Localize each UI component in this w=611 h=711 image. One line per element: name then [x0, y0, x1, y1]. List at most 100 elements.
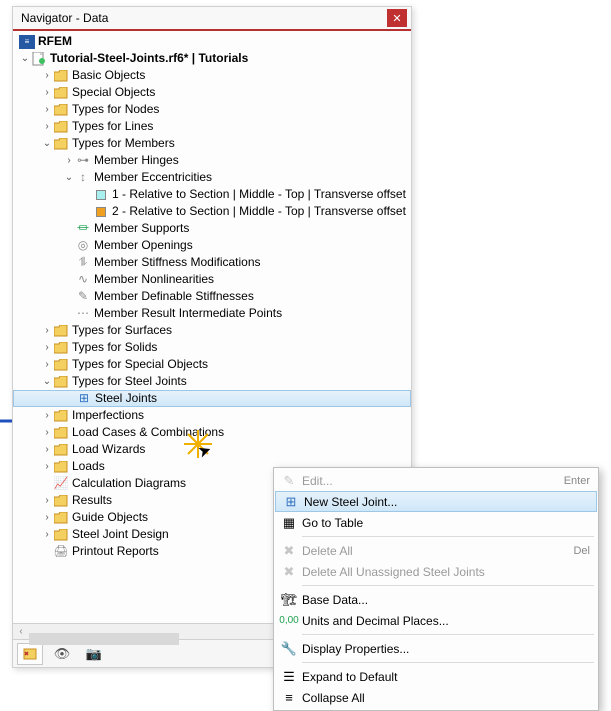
- folder-icon: [53, 136, 69, 152]
- view-mode-button[interactable]: [17, 643, 43, 665]
- tree-item-load-wizards[interactable]: Load Wizards: [13, 441, 411, 458]
- item-label: 1 - Relative to Section | Middle - Top |…: [112, 186, 406, 203]
- tree-item-types-members[interactable]: Types for Members: [13, 135, 411, 152]
- ctx-display-properties[interactable]: 🔧 Display Properties...: [274, 638, 598, 659]
- tree-item-member-hinges[interactable]: ⊶ Member Hinges: [13, 152, 411, 169]
- eccentricity-icon: ↕: [75, 170, 91, 186]
- opening-icon: ◎: [75, 238, 91, 254]
- expand-toggle[interactable]: [41, 84, 53, 101]
- expand-toggle[interactable]: [41, 101, 53, 118]
- ctx-label: Units and Decimal Places...: [302, 614, 590, 628]
- item-label: Special Objects: [72, 84, 155, 101]
- tree-item-types-special[interactable]: Types for Special Objects: [13, 356, 411, 373]
- expand-toggle[interactable]: [41, 441, 53, 458]
- ctx-units[interactable]: 0,00 Units and Decimal Places...: [274, 610, 598, 631]
- tree-item-member-res-int[interactable]: ⋯ Member Result Intermediate Points: [13, 305, 411, 322]
- tree-item-member-def-stiff[interactable]: ✎ Member Definable Stiffnesses: [13, 288, 411, 305]
- item-label: Guide Objects: [72, 509, 148, 526]
- ctx-go-table[interactable]: ▦ Go to Table: [274, 512, 598, 533]
- item-label: Types for Special Objects: [72, 356, 208, 373]
- tree-item-types-nodes[interactable]: Types for Nodes: [13, 101, 411, 118]
- folder-icon: [53, 340, 69, 356]
- tree-project[interactable]: Tutorial-Steel-Joints.rf6* | Tutorials: [13, 50, 411, 67]
- tree-item-types-solids[interactable]: Types for Solids: [13, 339, 411, 356]
- item-label: Load Cases & Combinations: [72, 424, 224, 441]
- expand-toggle[interactable]: [41, 373, 53, 390]
- display-icon: 🔧: [276, 641, 302, 657]
- expand-toggle[interactable]: [41, 339, 53, 356]
- tree-item-basic-objects[interactable]: Basic Objects: [13, 67, 411, 84]
- tree-item-types-lines[interactable]: Types for Lines: [13, 118, 411, 135]
- folder-icon: [53, 527, 69, 543]
- separator: [302, 585, 594, 586]
- tree-item-types-steel-joints[interactable]: Types for Steel Joints: [13, 373, 411, 390]
- delete-icon: ✖: [276, 564, 302, 580]
- expand-toggle[interactable]: [41, 67, 53, 84]
- ctx-collapse-all[interactable]: ≡ Collapse All: [274, 687, 598, 708]
- base-data-icon: 🏗: [276, 592, 302, 608]
- nonlinearity-icon: ∿: [75, 272, 91, 288]
- item-label: Member Eccentricities: [94, 169, 212, 186]
- item-label: 2 - Relative to Section | Middle - Top |…: [112, 203, 406, 220]
- folder-icon: [53, 85, 69, 101]
- expand-toggle[interactable]: [41, 135, 53, 152]
- expand-toggle[interactable]: [41, 458, 53, 475]
- definable-icon: ✎: [75, 289, 91, 305]
- item-label: Types for Lines: [72, 118, 153, 135]
- tree-item-steel-joints[interactable]: ⊞ Steel Joints: [13, 390, 411, 407]
- tree-item-member-openings[interactable]: ◎ Member Openings: [13, 237, 411, 254]
- scroll-thumb[interactable]: [29, 633, 179, 645]
- expand-toggle[interactable]: [41, 407, 53, 424]
- expand-toggle[interactable]: [41, 356, 53, 373]
- folder-icon: [53, 442, 69, 458]
- ctx-new-steel-joint[interactable]: ⊞ New Steel Joint...: [275, 491, 597, 512]
- close-button[interactable]: ✕: [387, 9, 407, 27]
- item-label: Imperfections: [72, 407, 144, 424]
- item-label: Calculation Diagrams: [72, 475, 186, 492]
- context-menu: ✎ Edit... Enter ⊞ New Steel Joint... ▦ G…: [273, 467, 599, 711]
- visibility-button[interactable]: 👁: [49, 643, 75, 665]
- tree-item-member-stiff-mod[interactable]: ⥮ Member Stiffness Modifications: [13, 254, 411, 271]
- tree-item-member-nonlin[interactable]: ∿ Member Nonlinearities: [13, 271, 411, 288]
- item-label: Member Stiffness Modifications: [94, 254, 261, 271]
- expand-toggle[interactable]: [63, 169, 75, 186]
- expand-toggle[interactable]: [41, 526, 53, 543]
- ctx-expand-default[interactable]: ☰ Expand to Default: [274, 666, 598, 687]
- expand-toggle[interactable]: [41, 424, 53, 441]
- item-label: Steel Joints: [95, 391, 157, 406]
- camera-button[interactable]: 📷: [81, 643, 107, 665]
- tree-item-special-objects[interactable]: Special Objects: [13, 84, 411, 101]
- separator: [302, 634, 594, 635]
- tree-item-member-supports[interactable]: ⏛ Member Supports: [13, 220, 411, 237]
- tree-item-member-eccentricities[interactable]: ↕ Member Eccentricities: [13, 169, 411, 186]
- expand-toggle[interactable]: [41, 322, 53, 339]
- expand-toggle[interactable]: [41, 492, 53, 509]
- tree-root-app[interactable]: ≡ RFEM: [13, 33, 411, 50]
- scroll-left-button[interactable]: ‹: [13, 626, 29, 637]
- diagram-icon: 📈: [53, 476, 69, 492]
- ctx-label: Delete All: [302, 544, 565, 558]
- ctx-delete-unassigned: ✖ Delete All Unassigned Steel Joints: [274, 561, 598, 582]
- window-title: Navigator - Data: [17, 11, 108, 25]
- separator: [302, 662, 594, 663]
- expand-toggle[interactable]: [41, 509, 53, 526]
- folder-icon: [53, 408, 69, 424]
- folder-icon: [53, 510, 69, 526]
- tree-item-ecc-2[interactable]: 2 - Relative to Section | Middle - Top |…: [13, 203, 411, 220]
- tree-item-types-surfaces[interactable]: Types for Surfaces: [13, 322, 411, 339]
- item-label: Printout Reports: [72, 543, 159, 560]
- item-label: Member Openings: [94, 237, 193, 254]
- tree-item-imperfections[interactable]: Imperfections: [13, 407, 411, 424]
- ctx-accel: Enter: [564, 475, 590, 487]
- item-label: Types for Members: [72, 135, 175, 152]
- file-icon: [31, 51, 47, 67]
- ctx-label: Collapse All: [302, 691, 590, 705]
- item-label: Member Supports: [94, 220, 189, 237]
- expand-toggle[interactable]: [63, 152, 75, 169]
- tree-item-load-cases[interactable]: Load Cases & Combinations: [13, 424, 411, 441]
- ctx-base-data[interactable]: 🏗 Base Data...: [274, 589, 598, 610]
- ctx-label: New Steel Joint...: [304, 495, 588, 509]
- expand-toggle[interactable]: [19, 50, 31, 67]
- expand-toggle[interactable]: [41, 118, 53, 135]
- tree-item-ecc-1[interactable]: 1 - Relative to Section | Middle - Top |…: [13, 186, 411, 203]
